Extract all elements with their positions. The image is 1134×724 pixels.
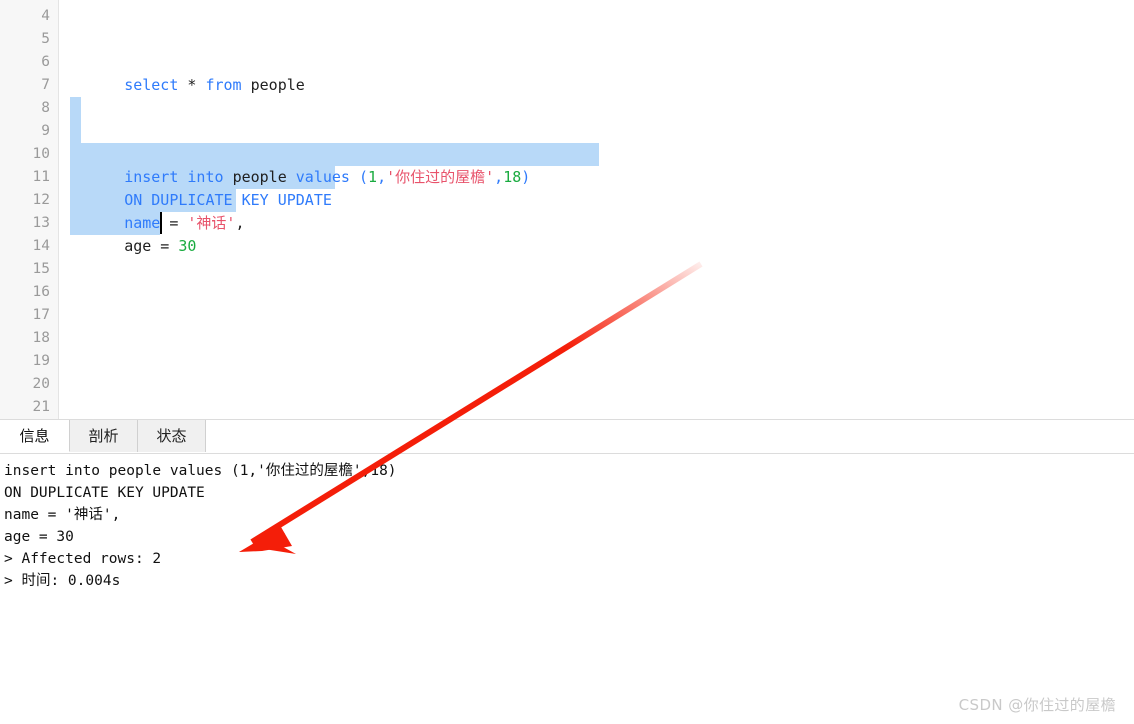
result-tab-bar: 信息 剖析 状态 bbox=[0, 420, 1134, 454]
line-number-19: 19 bbox=[32, 353, 50, 369]
output-line: ON DUPLICATE KEY UPDATE bbox=[4, 485, 205, 501]
code-area[interactable]: select * from people insert into people … bbox=[59, 0, 1134, 419]
result-panel: 信息 剖析 状态 insert into people values (1,'你… bbox=[0, 419, 1134, 724]
line-number-15: 15 bbox=[32, 261, 50, 277]
token-number-30: 30 bbox=[178, 237, 197, 255]
line-number-5: 5 bbox=[41, 31, 50, 47]
text-caret bbox=[160, 212, 162, 234]
code-line-12: name = '神话', bbox=[70, 189, 244, 232]
token-comma: , bbox=[235, 214, 245, 232]
line-number-16: 16 bbox=[32, 284, 50, 300]
line-number-10: 10 bbox=[32, 146, 50, 162]
tab-information-label: 信息 bbox=[19, 427, 50, 445]
token-equals: = bbox=[151, 237, 179, 255]
line-number-11: 11 bbox=[32, 169, 50, 185]
line-number-17: 17 bbox=[32, 307, 50, 323]
sql-editor-pane[interactable]: 4 5 6 7 8 9 10 11 12 13 14 15 16 17 18 19 20 21 select * … bbox=[0, 0, 1134, 419]
line-number-20: 20 bbox=[32, 376, 50, 392]
token-paren-open: ( bbox=[359, 168, 369, 186]
output-line: age = 30 bbox=[4, 529, 74, 545]
result-output-text[interactable]: insert into people values (1,'你住过的屋檐',18… bbox=[0, 454, 1134, 724]
code-line-11: ON DUPLICATE KEY UPDATE bbox=[70, 166, 332, 209]
line-number-8: 8 bbox=[41, 100, 50, 116]
line-number-9: 9 bbox=[41, 123, 50, 139]
output-line: name = '神话', bbox=[4, 507, 121, 523]
code-line-10: insert into people values (1,'你住过的屋檐',18… bbox=[70, 143, 530, 186]
line-number-7: 7 bbox=[41, 77, 50, 93]
output-line-elapsed-time: > 时间: 0.004s bbox=[4, 573, 121, 589]
code-line-13: age = 30 bbox=[70, 212, 196, 255]
line-number-6: 6 bbox=[41, 54, 50, 70]
token-keyword-select: select bbox=[124, 76, 179, 94]
output-line-affected-rows: > Affected rows: 2 bbox=[4, 551, 162, 567]
tab-information[interactable]: 信息 bbox=[0, 420, 70, 452]
code-line-6: select * from people bbox=[70, 51, 305, 94]
csdn-watermark: CSDN @你住过的屋檐 bbox=[958, 696, 1116, 714]
token-keyword-from: from bbox=[205, 76, 242, 94]
line-number-13: 13 bbox=[32, 215, 50, 231]
line-number-gutter: 4 5 6 7 8 9 10 11 12 13 14 15 16 17 18 19 20 21 bbox=[0, 0, 59, 419]
line-number-12: 12 bbox=[32, 192, 50, 208]
selection-highlight-line9 bbox=[70, 120, 81, 143]
tab-profile[interactable]: 剖析 bbox=[70, 420, 138, 452]
token-comma: , bbox=[494, 168, 504, 186]
tab-status-label: 状态 bbox=[156, 427, 187, 445]
active-tab-underline bbox=[1, 452, 69, 453]
line-number-18: 18 bbox=[32, 330, 50, 346]
token-table-people: people bbox=[250, 76, 305, 94]
line-number-14: 14 bbox=[32, 238, 50, 254]
output-line: insert into people values (1,'你住过的屋檐',18… bbox=[4, 463, 397, 479]
token-number-id: 1 bbox=[368, 168, 378, 186]
token-comma: , bbox=[377, 168, 387, 186]
tab-status[interactable]: 状态 bbox=[138, 420, 206, 452]
token-number-age: 18 bbox=[503, 168, 522, 186]
token-paren-close: ) bbox=[521, 168, 531, 186]
line-number-21: 21 bbox=[32, 399, 50, 415]
token-string-name: '你住过的屋檐' bbox=[386, 168, 495, 186]
line-number-4: 4 bbox=[41, 8, 50, 24]
token-column-age: age bbox=[124, 237, 152, 255]
tab-profile-label: 剖析 bbox=[88, 427, 119, 445]
